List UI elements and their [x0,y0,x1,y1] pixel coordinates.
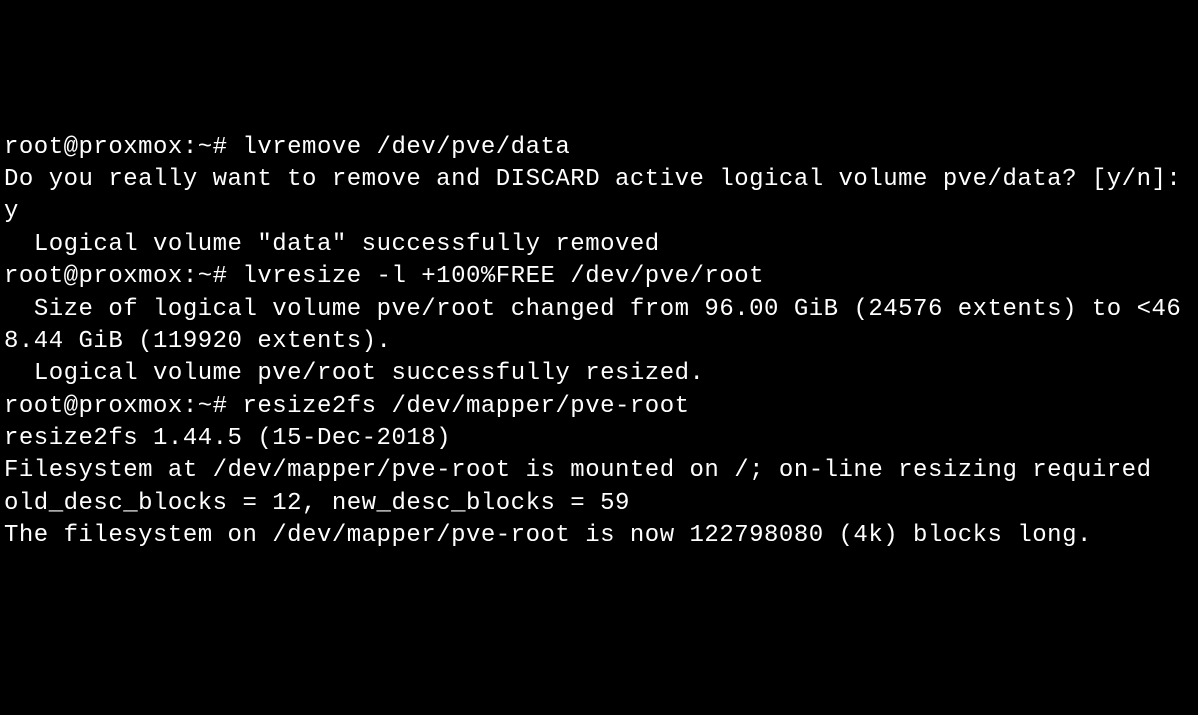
terminal-line-6: root@proxmox:~# resize2fs /dev/mapper/pv… [4,391,1194,423]
terminal-line-9: old_desc_blocks = 12, new_desc_blocks = … [4,488,1194,520]
terminal-line-4: Size of logical volume pve/root changed … [4,294,1194,359]
terminal-line-10: The filesystem on /dev/mapper/pve-root i… [4,520,1194,552]
terminal-line-7: resize2fs 1.44.5 (15-Dec-2018) [4,423,1194,455]
terminal-line-0: root@proxmox:~# lvremove /dev/pve/data [4,132,1194,164]
terminal-line-3: root@proxmox:~# lvresize -l +100%FREE /d… [4,261,1194,293]
terminal-line-5: Logical volume pve/root successfully res… [4,358,1194,390]
terminal-line-1: Do you really want to remove and DISCARD… [4,164,1194,229]
terminal-line-8: Filesystem at /dev/mapper/pve-root is mo… [4,455,1194,487]
terminal-line-2: Logical volume "data" successfully remov… [4,229,1194,261]
